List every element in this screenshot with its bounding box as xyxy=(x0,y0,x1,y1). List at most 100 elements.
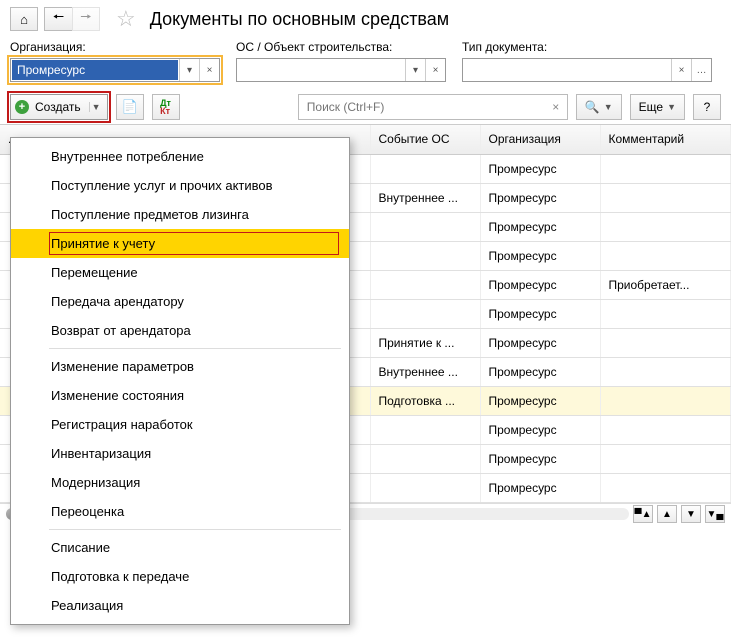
table-cell: Подготовка ... xyxy=(370,386,480,415)
menu-item[interactable]: Принятие к учету xyxy=(11,229,349,258)
org-filter-combo[interactable]: ▾ × xyxy=(10,58,220,82)
menu-item[interactable]: Поступление предметов лизинга xyxy=(11,200,349,229)
clear-icon[interactable]: × xyxy=(671,59,691,81)
menu-item[interactable]: Возврат от арендатора xyxy=(11,316,349,345)
table-cell: Промресурс xyxy=(480,241,600,270)
create-dropdown-menu: Внутреннее потреблениеПоступление услуг … xyxy=(10,137,350,625)
table-cell xyxy=(370,212,480,241)
chevron-down-icon: ▼ xyxy=(604,102,613,112)
table-cell: Промресурс xyxy=(480,328,600,357)
table-cell: Приобретает... xyxy=(600,270,731,299)
copy-icon: 📄 xyxy=(121,99,137,115)
create-button-label: Создать xyxy=(35,100,81,114)
home-button[interactable]: ⌂ xyxy=(10,7,38,31)
clear-icon[interactable]: × xyxy=(199,59,219,81)
table-cell: Промресурс xyxy=(480,154,600,183)
scroll-top-button[interactable]: ▀▲ xyxy=(633,505,653,523)
table-cell xyxy=(600,328,731,357)
table-cell: Промресурс xyxy=(480,444,600,473)
doctype-filter-combo[interactable]: × … xyxy=(462,58,712,82)
search-input[interactable] xyxy=(299,95,545,119)
help-label: ? xyxy=(704,100,711,114)
menu-divider xyxy=(49,348,341,349)
menu-item[interactable]: Поступление услуг и прочих активов xyxy=(11,171,349,200)
clear-search-icon[interactable]: × xyxy=(545,95,567,119)
table-cell: Промресурс xyxy=(480,299,600,328)
search-box[interactable]: × xyxy=(298,94,568,120)
chevron-down-icon: ▼ xyxy=(89,102,103,112)
org-filter-input[interactable] xyxy=(12,60,178,80)
table-cell xyxy=(370,444,480,473)
table-cell: Промресурс xyxy=(480,270,600,299)
table-cell: Внутреннее ... xyxy=(370,183,480,212)
create-button[interactable]: + Создать ▼ xyxy=(10,94,108,120)
table-cell xyxy=(600,154,731,183)
table-cell: Принятие к ... xyxy=(370,328,480,357)
menu-item[interactable]: Подготовка к передаче xyxy=(11,562,349,591)
table-cell xyxy=(370,154,480,183)
dtkt-icon: ДтКт xyxy=(160,99,171,115)
col-header[interactable]: Комментарий xyxy=(600,125,731,154)
table-cell xyxy=(600,415,731,444)
menu-item[interactable]: Изменение состояния xyxy=(11,381,349,410)
table-cell: Промресурс xyxy=(480,212,600,241)
menu-item[interactable]: Регистрация наработок xyxy=(11,410,349,439)
table-cell xyxy=(370,270,480,299)
table-cell xyxy=(600,183,731,212)
menu-item[interactable]: Инвентаризация xyxy=(11,439,349,468)
favorite-star-icon[interactable]: ☆ xyxy=(116,6,136,32)
magnifier-icon: 🔍 xyxy=(585,100,600,114)
dtkt-button[interactable]: ДтКт xyxy=(152,94,180,120)
menu-item[interactable]: Переоценка xyxy=(11,497,349,526)
table-cell xyxy=(600,444,731,473)
page-title: Документы по основным средствам xyxy=(150,9,449,30)
os-filter-label: ОС / Объект строительства: xyxy=(236,40,446,54)
menu-item[interactable]: Перемещение xyxy=(11,258,349,287)
os-filter-input[interactable] xyxy=(237,59,405,81)
menu-item[interactable]: Модернизация xyxy=(11,468,349,497)
dropdown-icon[interactable]: ▾ xyxy=(405,59,425,81)
selection-outline xyxy=(49,232,339,255)
scroll-up-button[interactable]: ▲ xyxy=(657,505,677,523)
more-icon[interactable]: … xyxy=(691,59,711,81)
table-cell xyxy=(370,241,480,270)
table-cell: Промресурс xyxy=(480,386,600,415)
more-button[interactable]: Еще ▼ xyxy=(630,94,685,120)
table-cell xyxy=(600,212,731,241)
search-button[interactable]: 🔍 ▼ xyxy=(576,94,622,120)
dropdown-icon[interactable]: ▾ xyxy=(179,59,199,81)
org-filter-label: Организация: xyxy=(10,40,220,54)
menu-item[interactable]: Изменение параметров xyxy=(11,352,349,381)
help-button[interactable]: ? xyxy=(693,94,721,120)
table-cell: Промресурс xyxy=(480,473,600,502)
col-header[interactable]: Событие ОС xyxy=(370,125,480,154)
table-cell xyxy=(370,415,480,444)
menu-item[interactable]: Реализация xyxy=(11,591,349,620)
plus-icon: + xyxy=(15,100,29,114)
menu-item[interactable]: Внутреннее потребление xyxy=(11,142,349,171)
table-cell xyxy=(600,357,731,386)
doctype-filter-label: Тип документа: xyxy=(462,40,712,54)
col-header[interactable]: Организация xyxy=(480,125,600,154)
table-cell xyxy=(600,241,731,270)
forward-button: 🠖 xyxy=(72,7,100,31)
chevron-down-icon: ▼ xyxy=(667,102,676,112)
more-button-label: Еще xyxy=(639,100,663,114)
clear-icon[interactable]: × xyxy=(425,59,445,81)
os-filter-combo[interactable]: ▾ × xyxy=(236,58,446,82)
menu-divider xyxy=(49,529,341,530)
copy-button[interactable]: 📄 xyxy=(116,94,144,120)
table-cell: Промресурс xyxy=(480,183,600,212)
table-cell xyxy=(600,299,731,328)
back-button[interactable]: 🠔 xyxy=(44,7,72,31)
table-cell xyxy=(600,386,731,415)
menu-item[interactable]: Передача арендатору xyxy=(11,287,349,316)
table-cell: Внутреннее ... xyxy=(370,357,480,386)
menu-item[interactable]: Списание xyxy=(11,533,349,562)
table-cell: Промресурс xyxy=(480,357,600,386)
doctype-filter-input[interactable] xyxy=(463,59,671,81)
table-cell: Промресурс xyxy=(480,415,600,444)
scroll-down-button[interactable]: ▼ xyxy=(681,505,701,523)
table-cell xyxy=(370,473,480,502)
scroll-bottom-button[interactable]: ▼▄ xyxy=(705,505,725,523)
